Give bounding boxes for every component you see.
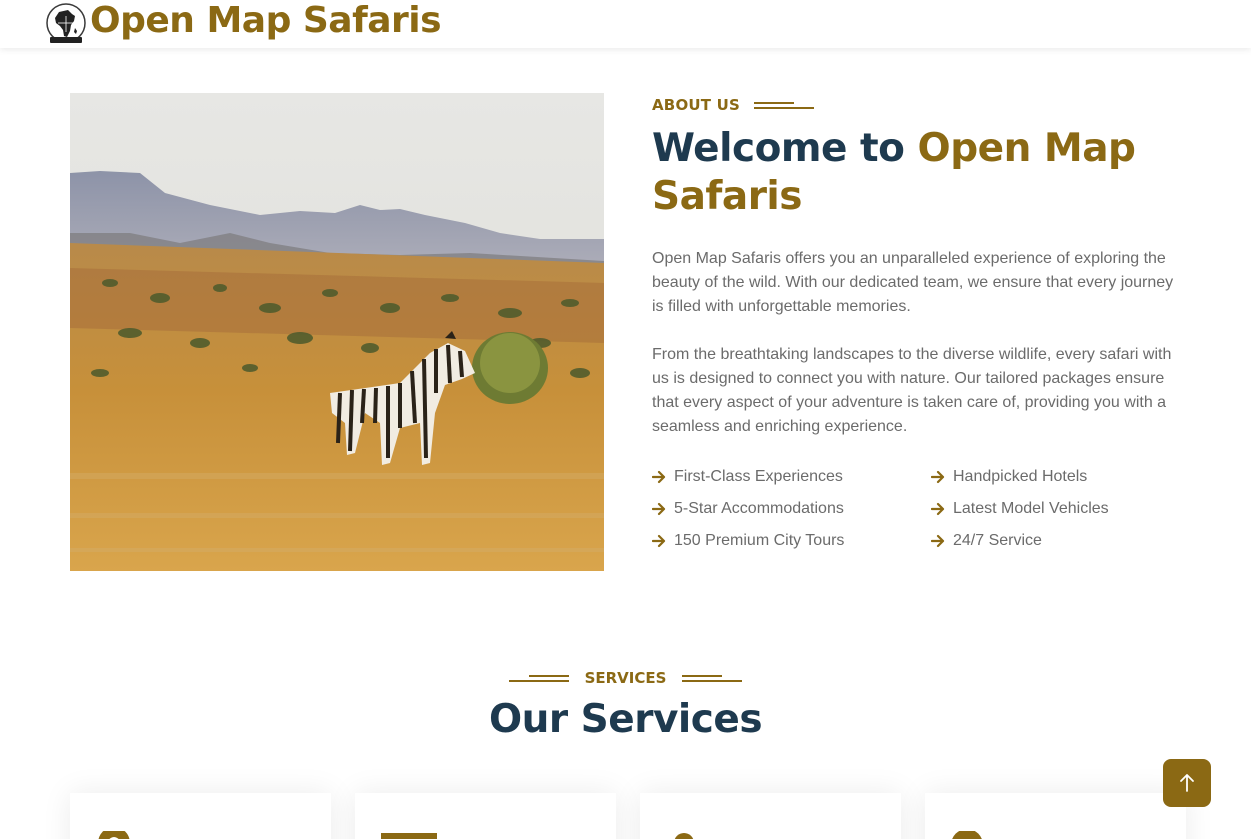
about-title-prefix: Welcome to	[652, 126, 918, 171]
services-eyebrow: SERVICES	[508, 666, 743, 690]
service-card[interactable]	[640, 793, 901, 839]
arrow-right-icon	[931, 502, 945, 516]
service-card[interactable]	[355, 793, 616, 839]
feature-item: 150 Premium City Tours	[652, 529, 931, 553]
about-title: Welcome to Open Map Safaris	[652, 125, 1192, 221]
decorative-line	[508, 673, 569, 683]
about-paragraph-1: Open Map Safaris offers you an unparalle…	[652, 250, 1174, 315]
feature-label: 24/7 Service	[953, 532, 1042, 549]
services-title: Our Services	[488, 697, 763, 742]
arrow-right-icon	[652, 470, 666, 484]
about-eyebrow: ABOUT US	[652, 93, 1192, 117]
brand-name: Open Map Safaris	[90, 0, 442, 41]
feature-label: Handpicked Hotels	[953, 468, 1088, 485]
about-eyebrow-label: ABOUT US	[652, 96, 741, 114]
services-header: SERVICES Our Services	[0, 666, 1251, 744]
user-icon	[674, 833, 694, 839]
feature-item: Latest Model Vehicles	[931, 497, 1191, 521]
feature-label: First-Class Experiences	[674, 468, 843, 485]
feature-label: Latest Model Vehicles	[953, 500, 1109, 517]
brand-link[interactable]: Open Map Safaris	[44, 0, 442, 46]
arrow-right-icon	[652, 502, 666, 516]
services-eyebrow-label: SERVICES	[584, 669, 667, 687]
hotel-icon	[381, 833, 437, 839]
feature-item: First-Class Experiences	[652, 465, 931, 489]
service-card[interactable]	[925, 793, 1186, 839]
zebra-in-savanna-photo	[70, 93, 604, 571]
about-paragraph-2: From the breathtaking landscapes to the …	[652, 346, 1172, 435]
africa-map-logo-icon	[46, 3, 86, 43]
navbar: Open Map Safaris	[0, 0, 1251, 48]
arrow-up-icon	[1180, 774, 1194, 792]
arrow-right-icon	[931, 534, 945, 548]
feature-list: First-Class Experiences Handpicked Hotel…	[652, 465, 1192, 553]
globe-icon	[98, 831, 130, 839]
services-cards	[70, 793, 1186, 839]
service-card[interactable]	[70, 793, 331, 839]
back-to-top-button[interactable]	[1163, 759, 1211, 807]
feature-label: 5-Star Accommodations	[674, 500, 844, 517]
decorative-line	[682, 673, 743, 683]
feature-item: 5-Star Accommodations	[652, 497, 931, 521]
feature-label: 150 Premium City Tours	[674, 532, 845, 549]
arrow-right-icon	[652, 534, 666, 548]
about-image	[70, 93, 604, 571]
decorative-line	[754, 100, 815, 110]
feature-item: Handpicked Hotels	[931, 465, 1191, 489]
cog-icon	[952, 831, 982, 839]
feature-item: 24/7 Service	[931, 529, 1191, 553]
about-section: ABOUT US Welcome to Open Map Safaris Ope…	[652, 93, 1192, 553]
arrow-right-icon	[931, 470, 945, 484]
